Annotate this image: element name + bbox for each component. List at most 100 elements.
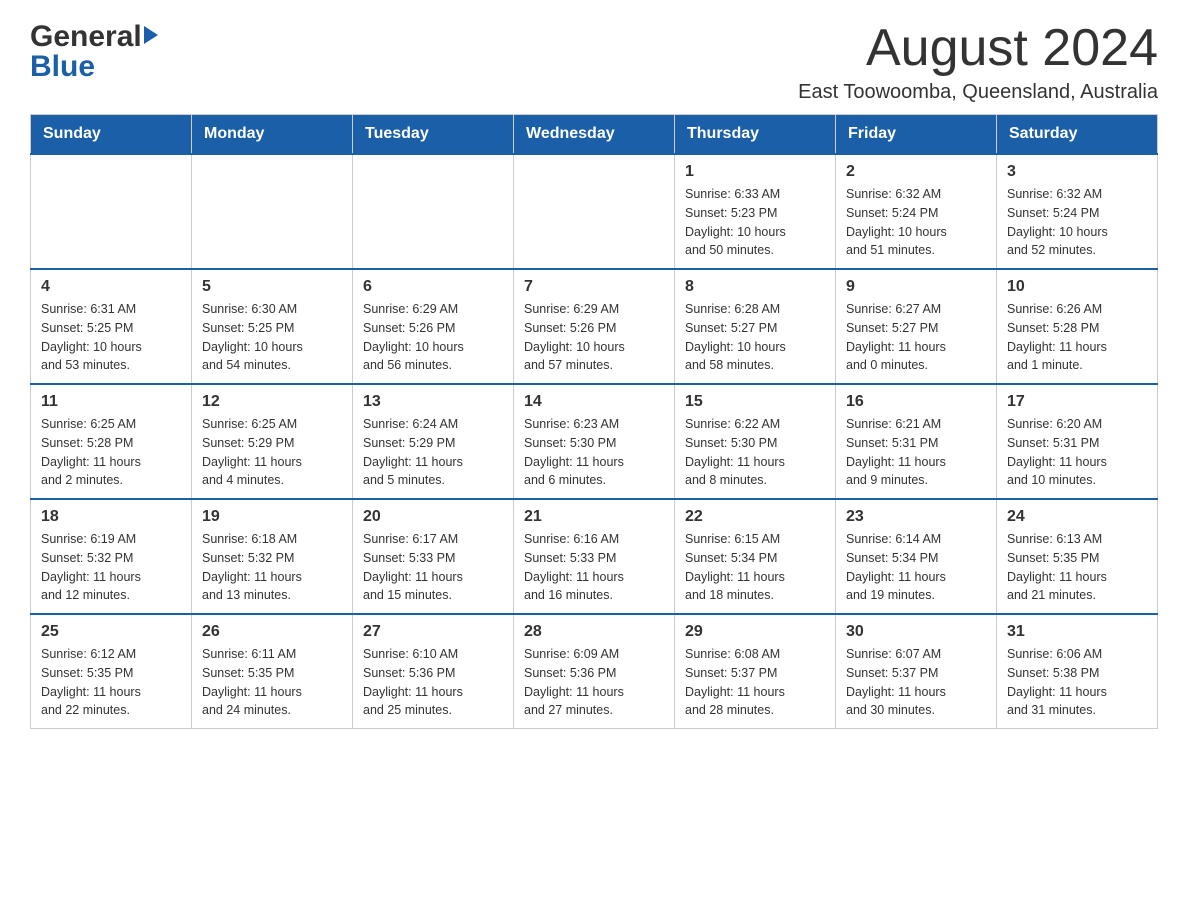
day-info: Sunrise: 6:31 AM Sunset: 5:25 PM Dayligh… — [41, 300, 181, 375]
calendar-cell: 4Sunrise: 6:31 AM Sunset: 5:25 PM Daylig… — [31, 269, 192, 384]
day-info: Sunrise: 6:28 AM Sunset: 5:27 PM Dayligh… — [685, 300, 825, 375]
day-number: 24 — [1007, 508, 1147, 526]
day-number: 6 — [363, 278, 503, 296]
day-info: Sunrise: 6:33 AM Sunset: 5:23 PM Dayligh… — [685, 185, 825, 260]
day-number: 27 — [363, 623, 503, 641]
day-number: 19 — [202, 508, 342, 526]
day-info: Sunrise: 6:13 AM Sunset: 5:35 PM Dayligh… — [1007, 530, 1147, 605]
day-info: Sunrise: 6:25 AM Sunset: 5:29 PM Dayligh… — [202, 415, 342, 490]
day-info: Sunrise: 6:08 AM Sunset: 5:37 PM Dayligh… — [685, 645, 825, 720]
calendar-cell: 27 Sunrise: 6:10 AM Sunset: 5:36 PM Dayli… — [353, 614, 514, 729]
title-block: August 2024 East Toowoomba, Queensland, … — [798, 20, 1158, 104]
day-number: 23 — [846, 508, 986, 526]
calendar-cell: 28Sunrise: 6:09 AM Sunset: 5:36 PM Dayli… — [514, 614, 675, 729]
calendar-cell: 23 Sunrise: 6:14 AM Sunset: 5:34 PM Dayli… — [836, 499, 997, 614]
day-number: 10 — [1007, 278, 1147, 296]
calendar-header-tuesday: Tuesday — [353, 115, 514, 155]
calendar-cell: 17 Sunrise: 6:20 AM Sunset: 5:31 PM Dayli… — [997, 384, 1158, 499]
day-info: Sunrise: 6:26 AM Sunset: 5:28 PM Dayligh… — [1007, 300, 1147, 375]
calendar-cell: 30 Sunrise: 6:07 AM Sunset: 5:37 PM Dayli… — [836, 614, 997, 729]
day-info: Sunrise: 6:24 AM Sunset: 5:29 PM Dayligh… — [363, 415, 503, 490]
location-title: East Toowoomba, Queensland, Australia — [798, 81, 1158, 104]
day-number: 9 — [846, 278, 986, 296]
day-number: 11 — [41, 393, 181, 411]
logo-general-text: General — [30, 20, 142, 54]
calendar-cell: 5 Sunrise: 6:30 AM Sunset: 5:25 PM Daylig… — [192, 269, 353, 384]
day-number: 1 — [685, 163, 825, 181]
calendar-cell: 10 Sunrise: 6:26 AM Sunset: 5:28 PM Dayli… — [997, 269, 1158, 384]
calendar-cell: 26Sunrise: 6:11 AM Sunset: 5:35 PM Dayli… — [192, 614, 353, 729]
day-number: 2 — [846, 163, 986, 181]
calendar-cell: 7Sunrise: 6:29 AM Sunset: 5:26 PM Daylig… — [514, 269, 675, 384]
day-info: Sunrise: 6:32 AM Sunset: 5:24 PM Dayligh… — [1007, 185, 1147, 260]
calendar-cell: 25Sunrise: 6:12 AM Sunset: 5:35 PM Dayli… — [31, 614, 192, 729]
calendar-cell: 18Sunrise: 6:19 AM Sunset: 5:32 PM Dayli… — [31, 499, 192, 614]
calendar-cell: 16 Sunrise: 6:21 AM Sunset: 5:31 PM Dayli… — [836, 384, 997, 499]
page-header: General Blue August 2024 East Toowoomba,… — [30, 20, 1158, 104]
logo-arrow-icon — [144, 26, 158, 44]
logo-blue-text: Blue — [30, 50, 95, 84]
day-info: Sunrise: 6:11 AM Sunset: 5:35 PM Dayligh… — [202, 645, 342, 720]
day-info: Sunrise: 6:12 AM Sunset: 5:35 PM Dayligh… — [41, 645, 181, 720]
calendar-cell: 8 Sunrise: 6:28 AM Sunset: 5:27 PM Daylig… — [675, 269, 836, 384]
calendar-cell: 12Sunrise: 6:25 AM Sunset: 5:29 PM Dayli… — [192, 384, 353, 499]
day-number: 7 — [524, 278, 664, 296]
month-title: August 2024 — [798, 20, 1158, 77]
day-info: Sunrise: 6:21 AM Sunset: 5:31 PM Dayligh… — [846, 415, 986, 490]
day-info: Sunrise: 6:07 AM Sunset: 5:37 PM Dayligh… — [846, 645, 986, 720]
calendar-cell — [514, 154, 675, 269]
day-number: 29 — [685, 623, 825, 641]
day-info: Sunrise: 6:32 AM Sunset: 5:24 PM Dayligh… — [846, 185, 986, 260]
day-number: 28 — [524, 623, 664, 641]
calendar-cell: 24 Sunrise: 6:13 AM Sunset: 5:35 PM Dayli… — [997, 499, 1158, 614]
calendar-cell: 1 Sunrise: 6:33 AM Sunset: 5:23 PM Daylig… — [675, 154, 836, 269]
calendar-header-sunday: Sunday — [31, 115, 192, 155]
day-info: Sunrise: 6:30 AM Sunset: 5:25 PM Dayligh… — [202, 300, 342, 375]
calendar-header-friday: Friday — [836, 115, 997, 155]
logo: General Blue — [30, 20, 158, 84]
calendar-header-monday: Monday — [192, 115, 353, 155]
calendar-week-row: 11 Sunrise: 6:25 AM Sunset: 5:28 PM Dayli… — [31, 384, 1158, 499]
day-number: 3 — [1007, 163, 1147, 181]
day-info: Sunrise: 6:19 AM Sunset: 5:32 PM Dayligh… — [41, 530, 181, 605]
calendar-table: SundayMondayTuesdayWednesdayThursdayFrid… — [30, 114, 1158, 729]
calendar-week-row: 4Sunrise: 6:31 AM Sunset: 5:25 PM Daylig… — [31, 269, 1158, 384]
calendar-week-row: 25Sunrise: 6:12 AM Sunset: 5:35 PM Dayli… — [31, 614, 1158, 729]
day-info: Sunrise: 6:20 AM Sunset: 5:31 PM Dayligh… — [1007, 415, 1147, 490]
calendar-header-wednesday: Wednesday — [514, 115, 675, 155]
calendar-cell: 13 Sunrise: 6:24 AM Sunset: 5:29 PM Dayli… — [353, 384, 514, 499]
day-info: Sunrise: 6:29 AM Sunset: 5:26 PM Dayligh… — [363, 300, 503, 375]
calendar-cell — [31, 154, 192, 269]
calendar-header-saturday: Saturday — [997, 115, 1158, 155]
day-number: 17 — [1007, 393, 1147, 411]
calendar-cell: 9Sunrise: 6:27 AM Sunset: 5:27 PM Daylig… — [836, 269, 997, 384]
calendar-cell: 21Sunrise: 6:16 AM Sunset: 5:33 PM Dayli… — [514, 499, 675, 614]
day-info: Sunrise: 6:25 AM Sunset: 5:28 PM Dayligh… — [41, 415, 181, 490]
day-info: Sunrise: 6:06 AM Sunset: 5:38 PM Dayligh… — [1007, 645, 1147, 720]
calendar-cell: 3 Sunrise: 6:32 AM Sunset: 5:24 PM Daylig… — [997, 154, 1158, 269]
calendar-cell: 31 Sunrise: 6:06 AM Sunset: 5:38 PM Dayli… — [997, 614, 1158, 729]
day-number: 22 — [685, 508, 825, 526]
calendar-cell: 14Sunrise: 6:23 AM Sunset: 5:30 PM Dayli… — [514, 384, 675, 499]
calendar-cell: 2 Sunrise: 6:32 AM Sunset: 5:24 PM Daylig… — [836, 154, 997, 269]
day-info: Sunrise: 6:14 AM Sunset: 5:34 PM Dayligh… — [846, 530, 986, 605]
calendar-cell: 6 Sunrise: 6:29 AM Sunset: 5:26 PM Daylig… — [353, 269, 514, 384]
day-number: 13 — [363, 393, 503, 411]
calendar-header-row: SundayMondayTuesdayWednesdayThursdayFrid… — [31, 115, 1158, 155]
calendar-header-thursday: Thursday — [675, 115, 836, 155]
calendar-cell — [353, 154, 514, 269]
day-info: Sunrise: 6:18 AM Sunset: 5:32 PM Dayligh… — [202, 530, 342, 605]
day-info: Sunrise: 6:16 AM Sunset: 5:33 PM Dayligh… — [524, 530, 664, 605]
day-info: Sunrise: 6:10 AM Sunset: 5:36 PM Dayligh… — [363, 645, 503, 720]
day-number: 16 — [846, 393, 986, 411]
calendar-cell: 15Sunrise: 6:22 AM Sunset: 5:30 PM Dayli… — [675, 384, 836, 499]
day-number: 8 — [685, 278, 825, 296]
calendar-week-row: 18Sunrise: 6:19 AM Sunset: 5:32 PM Dayli… — [31, 499, 1158, 614]
day-number: 20 — [363, 508, 503, 526]
day-number: 30 — [846, 623, 986, 641]
day-number: 31 — [1007, 623, 1147, 641]
day-info: Sunrise: 6:17 AM Sunset: 5:33 PM Dayligh… — [363, 530, 503, 605]
calendar-week-row: 1 Sunrise: 6:33 AM Sunset: 5:23 PM Daylig… — [31, 154, 1158, 269]
day-number: 5 — [202, 278, 342, 296]
day-number: 15 — [685, 393, 825, 411]
